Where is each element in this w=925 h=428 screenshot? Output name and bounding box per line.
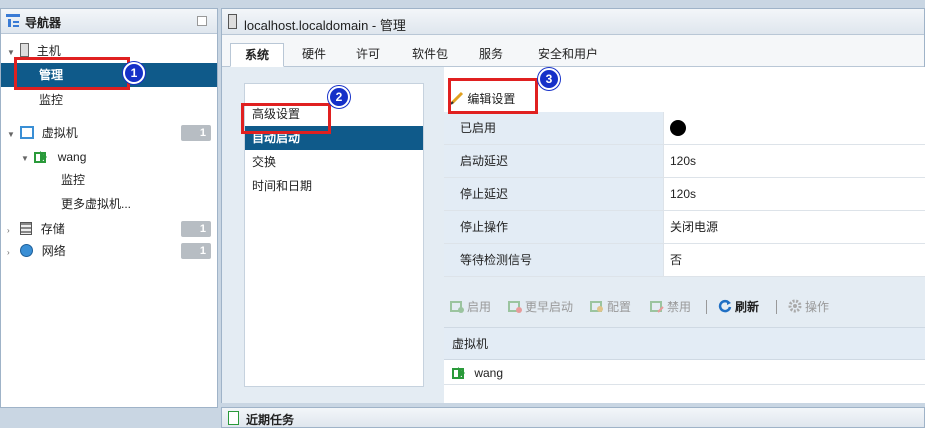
tab-hardware[interactable]: 硬件 xyxy=(290,43,338,67)
annotation-badge-3: 3 xyxy=(538,68,560,90)
recent-tasks-bar[interactable]: 近期任务 xyxy=(221,407,925,428)
toolbar-divider xyxy=(706,300,707,314)
nav-storage[interactable]: › 存储 1 xyxy=(1,217,217,241)
tab-system[interactable]: 系统 xyxy=(230,43,284,67)
prop-row-stop-delay: 停止延迟 120s xyxy=(444,178,925,211)
nav-vm-monitor[interactable]: 监控 xyxy=(1,168,217,192)
annotation-badge-2: 2 xyxy=(328,86,350,108)
main-panel: localhost.localdomain - 管理 系统 硬件 许可 软件包 … xyxy=(221,8,925,403)
prop-value: 关闭电源 xyxy=(670,220,719,234)
subnav-time-date[interactable]: 时间和日期 xyxy=(245,174,423,198)
prop-key: 停止操作 xyxy=(444,211,664,243)
vm-running-icon xyxy=(452,364,466,379)
annotation-box-2 xyxy=(241,103,331,134)
enable-button[interactable]: 启用 xyxy=(450,298,491,316)
gear-icon xyxy=(788,299,802,313)
vm-table-header[interactable]: 虚拟机 xyxy=(444,327,925,360)
enable-label: 启用 xyxy=(467,300,492,314)
prop-value: 否 xyxy=(670,253,683,267)
start-earlier-icon xyxy=(508,299,522,313)
host-icon xyxy=(20,43,30,57)
nav-vm-wang[interactable]: ▼ wang xyxy=(1,145,217,169)
table-row[interactable]: wang xyxy=(444,361,925,385)
autostart-pane: 编辑设置 已启用 启动延迟 120s 停止延迟 120s 停止操作 关闭电源 等… xyxy=(444,67,925,403)
prop-key: 停止延迟 xyxy=(444,178,664,210)
network-count-badge: 1 xyxy=(181,243,211,259)
refresh-label: 刷新 xyxy=(735,300,760,314)
vm-icon xyxy=(20,126,35,139)
refresh-icon xyxy=(718,299,732,313)
nav-vms[interactable]: ▼ 虚拟机 1 xyxy=(1,121,217,145)
refresh-button[interactable]: 刷新 xyxy=(718,298,759,316)
prop-row-enabled: 已启用 xyxy=(444,112,925,145)
main-header: localhost.localdomain - 管理 xyxy=(222,9,924,35)
annotation-box-1 xyxy=(14,57,130,90)
nav-host-label: 主机 xyxy=(36,44,61,58)
enabled-dot-icon xyxy=(670,120,686,136)
vm-table-cell: wang xyxy=(474,366,504,380)
network-icon xyxy=(20,244,34,257)
annotation-box-3 xyxy=(448,78,538,114)
collapsed-icon[interactable]: › xyxy=(7,241,17,265)
start-earlier-button[interactable]: 更早启动 xyxy=(508,298,573,316)
prop-row-start-delay: 启动延迟 120s xyxy=(444,145,925,178)
prop-value: 120s xyxy=(670,154,697,168)
enable-icon xyxy=(450,299,464,313)
navigator-title: 导航器 xyxy=(25,16,62,30)
expand-icon[interactable]: ▼ xyxy=(7,123,17,147)
prop-key: 已启用 xyxy=(444,112,664,144)
tab-bar: 系统 硬件 许可 软件包 服务 安全和用户 xyxy=(222,35,924,67)
tab-services[interactable]: 服务 xyxy=(466,43,516,67)
navigator-icon xyxy=(5,13,21,29)
toolbar-divider xyxy=(776,300,777,314)
nav-vm-monitor-label: 监控 xyxy=(61,173,86,187)
tasks-icon xyxy=(228,411,239,425)
configure-button[interactable]: 配置 xyxy=(590,298,631,316)
minimize-icon[interactable] xyxy=(197,16,207,26)
prop-row-heartbeat: 等待检测信号 否 xyxy=(444,244,925,277)
vms-count-badge: 1 xyxy=(181,125,211,141)
nav-vms-label: 虚拟机 xyxy=(41,126,78,140)
page-title: localhost.localdomain - 管理 xyxy=(244,18,406,33)
disable-icon xyxy=(650,299,664,313)
tab-security-users[interactable]: 安全和用户 xyxy=(526,43,610,67)
nav-more-vms[interactable]: 更多虚拟机... xyxy=(1,192,217,216)
nav-host-monitor[interactable]: 监控 xyxy=(1,88,217,112)
nav-storage-label: 存储 xyxy=(40,222,65,236)
prop-row-stop-action: 停止操作 关闭电源 xyxy=(444,211,925,244)
storage-count-badge: 1 xyxy=(181,221,211,237)
nav-network[interactable]: › 网络 1 xyxy=(1,239,217,263)
disable-label: 禁用 xyxy=(667,300,692,314)
vm-running-icon xyxy=(34,148,48,163)
vm-table-header-label: 虚拟机 xyxy=(452,337,489,351)
actions-button[interactable]: 操作 xyxy=(788,298,829,316)
subnav-swap[interactable]: 交换 xyxy=(245,150,423,174)
recent-tasks-title: 近期任务 xyxy=(246,413,295,427)
disable-button[interactable]: 禁用 xyxy=(650,298,691,316)
configure-icon xyxy=(590,299,604,313)
top-strip xyxy=(0,0,925,8)
tab-license[interactable]: 许可 xyxy=(344,43,392,67)
tab-packages[interactable]: 软件包 xyxy=(400,43,460,67)
prop-key: 等待检测信号 xyxy=(444,244,664,276)
nav-network-label: 网络 xyxy=(41,244,66,258)
annotation-badge-1: 1 xyxy=(123,62,145,84)
navigator-header: 导航器 xyxy=(1,9,217,34)
prop-value: 120s xyxy=(670,187,697,201)
configure-label: 配置 xyxy=(607,300,632,314)
nav-more-vms-label: 更多虚拟机... xyxy=(61,197,132,211)
prop-key: 启动延迟 xyxy=(444,145,664,177)
nav-monitor-label: 监控 xyxy=(39,93,64,107)
host-icon xyxy=(228,14,237,29)
actions-label: 操作 xyxy=(805,300,830,314)
start-earlier-label: 更早启动 xyxy=(525,300,574,314)
nav-vm-name: wang xyxy=(57,150,87,164)
storage-icon xyxy=(20,222,33,235)
